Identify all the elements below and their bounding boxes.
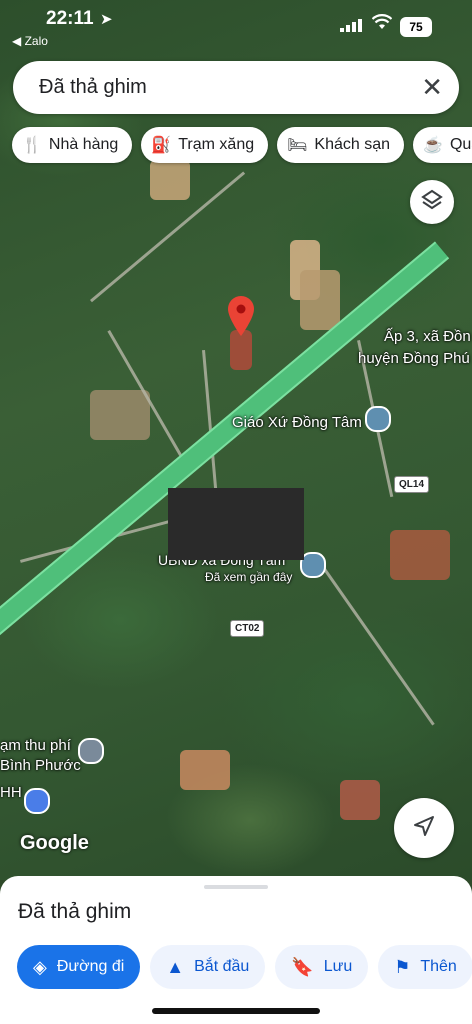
- field-patch: [300, 270, 340, 330]
- category-chips: 🍴 Nhà hàng ⛽ Trạm xăng 🛏 Khách sạn ☕ Quá: [12, 127, 472, 163]
- chip-hotel[interactable]: 🛏 Khách sạn: [277, 127, 405, 163]
- battery-indicator: 75: [400, 17, 432, 37]
- home-indicator[interactable]: [152, 1008, 320, 1014]
- search-input[interactable]: Đã thả ghim: [39, 76, 147, 99]
- close-icon[interactable]: ✕: [421, 73, 443, 101]
- field-patch: [340, 780, 380, 820]
- layers-button[interactable]: [410, 180, 454, 224]
- chip-label: Quá: [449, 136, 472, 153]
- chip-coffee[interactable]: ☕ Quá: [413, 127, 472, 163]
- location-arrow-icon: ➤: [100, 11, 113, 28]
- action-buttons: ◈ Đường đi ▲ Bắt đầu 🔖 Lưu ⚑ Thên: [17, 945, 472, 989]
- flag-icon: ⚑: [394, 956, 411, 977]
- status-bar: 22:11 ➤ ◀ Zalo 75: [0, 0, 472, 56]
- church-poi-icon[interactable]: [365, 406, 391, 432]
- field-patch: [390, 530, 450, 580]
- local-road: [317, 560, 435, 726]
- back-to-app-link[interactable]: ◀ Zalo: [12, 34, 48, 48]
- start-button[interactable]: ▲ Bắt đầu: [150, 945, 266, 989]
- place-label-church[interactable]: Giáo Xứ Đồng Tâm: [232, 414, 362, 431]
- google-logo: Google: [20, 832, 89, 854]
- ql14-shield: QL14: [394, 476, 430, 493]
- drag-handle[interactable]: [204, 885, 268, 889]
- chip-restaurant[interactable]: 🍴 Nhà hàng: [12, 127, 133, 163]
- my-location-button[interactable]: [394, 798, 454, 858]
- field-patch: [180, 750, 230, 790]
- toll-poi-icon[interactable]: [78, 738, 104, 764]
- gas-station-icon: ⛽: [151, 137, 172, 154]
- save-button[interactable]: 🔖 Lưu: [275, 945, 369, 989]
- save-label: Lưu: [323, 958, 353, 975]
- restaurant-icon: 🍴: [22, 137, 42, 154]
- add-label-text: Thên: [420, 958, 457, 975]
- directions-button[interactable]: ◈ Đường đi: [17, 945, 141, 989]
- local-road: [202, 350, 218, 490]
- directions-icon: ◈: [33, 956, 47, 977]
- recently-viewed-label: Đã xem gần đây: [205, 570, 293, 584]
- layers-icon: [421, 189, 443, 216]
- start-label: Bắt đầu: [194, 958, 250, 975]
- chip-gas-station[interactable]: ⛽ Trạm xăng: [141, 127, 269, 163]
- field-patch: [90, 390, 150, 440]
- place-label-binhphuoc[interactable]: Bình Phước: [0, 757, 81, 774]
- bookmark-icon: 🔖: [291, 956, 314, 977]
- cellular-signal-icon: [340, 18, 364, 32]
- navigation-icon: ▲: [166, 956, 185, 977]
- wifi-icon: [371, 14, 393, 35]
- add-label-button[interactable]: ⚑ Thên: [378, 945, 472, 989]
- directions-label: Đường đi: [56, 958, 125, 975]
- sheet-title: Đã thả ghim: [18, 900, 132, 923]
- place-label-toll[interactable]: ạm thu phí: [0, 737, 71, 754]
- status-time: 22:11: [46, 8, 94, 29]
- place-label-hh[interactable]: HH: [0, 784, 22, 801]
- hotel-icon: 🛏: [287, 137, 308, 154]
- chip-label: Nhà hàng: [48, 136, 119, 153]
- chip-label: Khách sạn: [314, 136, 391, 153]
- dropped-pin-icon[interactable]: [228, 296, 254, 341]
- bottom-sheet[interactable]: Đã thả ghim ◈ Đường đi ▲ Bắt đầu 🔖 Lưu ⚑…: [0, 876, 472, 1024]
- search-bar[interactable]: Đã thả ghim ✕: [13, 61, 459, 114]
- navigation-arrow-icon: [413, 815, 435, 842]
- ct02-shield: CT02: [230, 620, 265, 637]
- chip-label: Trạm xăng: [178, 136, 255, 153]
- place-label-ap3[interactable]: Ấp 3, xã Đồn: [384, 328, 471, 345]
- shop-poi-icon[interactable]: [24, 788, 50, 814]
- place-label-huyen[interactable]: huyện Đồng Phú: [358, 350, 470, 367]
- field-patch: [150, 160, 190, 200]
- redacted-area: [168, 488, 304, 560]
- coffee-icon: ☕: [423, 137, 443, 154]
